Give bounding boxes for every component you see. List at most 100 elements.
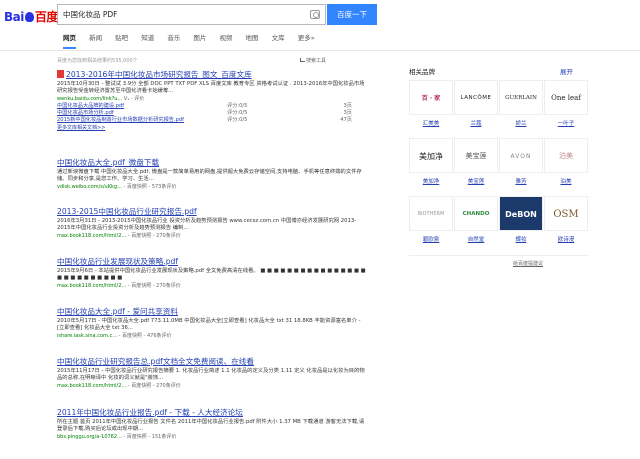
- result-stats: 百度为您找到相关结果约535,000个: [57, 58, 138, 64]
- brand-name: 碧欧泉: [422, 237, 440, 243]
- brand-name: 泊美: [560, 179, 572, 185]
- brand-name: 欧诗漫: [557, 237, 575, 243]
- result-url-extra[interactable]: - 百度快照 - 270条评价: [128, 283, 181, 289]
- result-title[interactable]: 中国化妆品大全.pdf - 爱问共享资料: [57, 307, 387, 317]
- result-url-text: max.book118.com/html/2...: [57, 283, 127, 290]
- brand-item[interactable]: CHANDO 自然堂: [454, 196, 498, 243]
- tab-video[interactable]: 视频: [219, 32, 232, 42]
- brand-logo: 泊美: [544, 138, 588, 173]
- result-url-text: bbs.pinggu.org/a-10762...: [57, 434, 122, 441]
- sub-row: 2015新中国化妆品制造行业市场数据分析研究报告.pdf 评分:0/5 47页: [57, 117, 387, 124]
- search-button[interactable]: 百度一下: [327, 4, 377, 25]
- brand-logo: AVON: [499, 138, 543, 173]
- search-input[interactable]: 中国化妆品 PDF: [57, 4, 326, 25]
- tab-news[interactable]: 新闻: [89, 32, 102, 42]
- brand-name: 一叶子: [557, 121, 575, 127]
- brand-item[interactable]: DeBON 蝶妆: [499, 196, 543, 243]
- result-title-text: 2013-2016年中国化妆品市场研究报告_图文_百度文库: [66, 70, 252, 79]
- expand-link[interactable]: 展开: [560, 66, 573, 76]
- search-tools-label: 搜索工具: [306, 58, 327, 64]
- result-title[interactable]: 2013-2015中国化妆品行业研究报告.pdf: [57, 207, 387, 217]
- result-url-text: ishare.iask.sina.com.c...: [57, 333, 117, 340]
- result-url-extra[interactable]: - 百度快照 - 476条评价: [119, 333, 172, 339]
- result-title[interactable]: 中国化妆品大全.pdf_微盘下载: [57, 158, 387, 168]
- brand-logo: 美宝莲: [454, 138, 498, 173]
- sidebar-divider: [409, 255, 589, 256]
- tab-zhidao[interactable]: 知道: [141, 32, 154, 42]
- brand-logo: BIOTHERM: [409, 196, 453, 231]
- result-url-text: max.book118.com/html/2...: [57, 383, 127, 390]
- brand-logo: OSM: [544, 196, 588, 231]
- result-item: 中国化妆品行业研究报告总.pdf文档全文免费阅读、在线看 2015年11月17日…: [57, 357, 387, 390]
- result-url-extra[interactable]: - 百度快照 - 270条评价: [128, 383, 181, 389]
- result-url-text: wenku.baidu.com/link?u...: [57, 96, 123, 103]
- brand-name: 汇美美: [422, 121, 440, 127]
- result-url: ishare.iask.sina.com.c... - 百度快照 - 476条评…: [57, 332, 387, 340]
- result-item: 中国化妆品行业发展现状及策略.pdf 2015年9月6日 - 本站提供中国化妆品…: [57, 257, 387, 290]
- sidebar-related-brands: 相关品牌 展开 百 · 家汇美美 LANCÔME 兰蔻 GUERLAIN 娇兰 One…: [409, 66, 589, 267]
- result-snippet: 2015年11月17日 - 中国化妆品行业研究报告摘要 1. 化妆品行业简述 1…: [57, 368, 365, 382]
- result-title[interactable]: 2013-2016年中国化妆品市场研究报告_图文_百度文库: [57, 70, 387, 80]
- tab-wenku[interactable]: 文库: [272, 32, 285, 42]
- brand-name: 美宝莲: [467, 179, 485, 185]
- brand-logo: 美加净: [409, 138, 453, 173]
- result-url-extra[interactable]: - 百度快照 - 270条评价: [128, 233, 181, 239]
- brand-name: 雅芳: [515, 179, 527, 185]
- sub-rating: 评分:0/5: [227, 117, 248, 124]
- brand-item[interactable]: OSM 欧诗漫: [544, 196, 588, 243]
- brand-item[interactable]: 泊美 泊美: [544, 138, 588, 185]
- result-snippet: 2015年9月6日 - 本站提供中国化妆品行业发展现状及策略.pdf 全文免费高…: [57, 268, 366, 282]
- tab-music[interactable]: 音乐: [167, 32, 180, 42]
- brand-name: 娇兰: [515, 121, 527, 127]
- result-snippet: 所在主题 首页 2011年中国化妆品行业报告 文件名 2011年中国化妆品行业报…: [57, 419, 365, 433]
- result-url: bbs.pinggu.org/a-10762... - 百度快照 - 151条评…: [57, 433, 387, 441]
- logo-text-du: 百度: [34, 10, 59, 24]
- brand-item[interactable]: One leaf 一叶子: [544, 80, 588, 127]
- result-url-extra[interactable]: V₁ - 评价: [124, 96, 144, 102]
- result-url-extra[interactable]: - 百度快照 - 573条评价: [123, 184, 176, 190]
- brand-item[interactable]: 美宝莲 美宝莲: [454, 138, 498, 185]
- paw-icon: [24, 12, 34, 22]
- result-url: max.book118.com/html/2... - 百度快照 - 270条评…: [57, 232, 387, 240]
- result-snippet: 2015年10月30日 - 整试试 3.9分 全部 DOC PPT TXT PD…: [57, 81, 365, 95]
- brand-name: 自然堂: [467, 237, 485, 243]
- sub-link[interactable]: 2015新中国化妆品制造行业市场数据分析研究报告.pdf: [57, 117, 227, 124]
- result-title[interactable]: 中国化妆品行业研究报告总.pdf文档全文免费阅读、在线看: [57, 357, 387, 367]
- result-url-text: max.book118.com/html/2...: [57, 233, 127, 240]
- result-url-extra[interactable]: - 百度快照 - 151条评价: [123, 434, 176, 440]
- logo-text-bai: Bai: [4, 10, 24, 24]
- search-tools[interactable]: 搜索工具: [300, 57, 326, 64]
- result-item: 2013-2016年中国化妆品市场研究报告_图文_百度文库 2015年10月30…: [57, 70, 387, 132]
- brand-item[interactable]: 百 · 家汇美美: [409, 80, 453, 127]
- brand-logo: LANCÔME: [454, 80, 498, 115]
- result-title[interactable]: 中国化妆品行业发展现状及策略.pdf: [57, 257, 387, 267]
- more-docs-link[interactable]: 更多文库相关文档>>: [57, 124, 387, 132]
- header: Bai 百度 中国化妆品 PDF 百度一下 网页 新闻 贴吧 知道 音乐 图片 视…: [0, 0, 640, 52]
- nav-tabs: 网页 新闻 贴吧 知道 音乐 图片 视频 地图 文库 更多»: [63, 32, 326, 49]
- brand-item[interactable]: AVON 雅芳: [499, 138, 543, 185]
- result-item: 2013-2015中国化妆品行业研究报告.pdf 2016年3月31日 - 20…: [57, 207, 387, 240]
- funnel-icon: [300, 58, 305, 62]
- brand-name: 美加净: [422, 179, 440, 185]
- camera-icon[interactable]: [310, 10, 320, 19]
- tab-web[interactable]: 网页: [63, 32, 76, 49]
- sidebar-heading: 相关品牌: [409, 68, 435, 76]
- brand-item[interactable]: 美加净 美加净: [409, 138, 453, 185]
- brand-item[interactable]: GUERLAIN 娇兰: [499, 80, 543, 127]
- brand-logo: DeBON: [499, 196, 543, 231]
- brand-item[interactable]: BIOTHERM 碧欧泉: [409, 196, 453, 243]
- feedback-link[interactable]: 给百度提建议: [513, 260, 543, 267]
- result-url: vdisk.weibo.com/s/uKkg... - 百度快照 - 573条评…: [57, 183, 387, 191]
- tab-map[interactable]: 地图: [246, 32, 259, 42]
- baidu-logo[interactable]: Bai 百度: [4, 8, 58, 24]
- tab-images[interactable]: 图片: [193, 32, 206, 42]
- result-snippet: 2010年5月17日 - 中国化妆品大全.pdf 773.11.0MB 中国化妆…: [57, 318, 361, 332]
- result-title[interactable]: 2011年中国化妆品行业报告.pdf - 下载 - 人大经济论坛: [57, 408, 387, 418]
- result-snippet: 通过新浪微盘下载 中国化妆品大全.pdf, 微盘是一款简单易用的网盘,提供超大免…: [57, 169, 362, 183]
- brand-item[interactable]: LANCÔME 兰蔻: [454, 80, 498, 127]
- result-item: 中国化妆品大全.pdf - 爱问共享资料 2010年5月17日 - 中国化妆品大…: [57, 307, 387, 340]
- tab-tieba[interactable]: 贴吧: [115, 32, 128, 42]
- tab-more[interactable]: 更多»: [298, 32, 315, 42]
- brand-name: 蝶妆: [515, 237, 527, 243]
- brand-logo: 百 · 家: [409, 80, 453, 115]
